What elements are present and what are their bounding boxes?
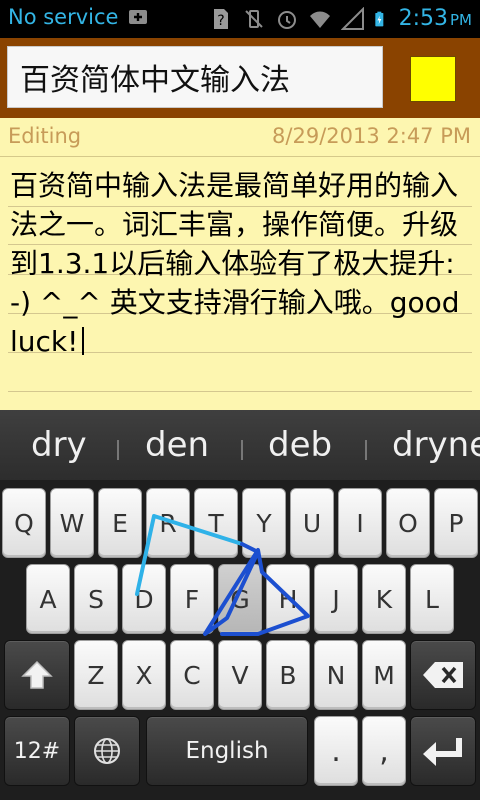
note-color-button[interactable]: [410, 56, 456, 102]
key-u[interactable]: U: [290, 488, 334, 558]
status-right: ? 2:53 PM: [209, 6, 472, 31]
title-bar: 百资简体中文输入法: [0, 38, 480, 118]
key-b[interactable]: B: [266, 640, 310, 710]
key-g[interactable]: G: [218, 564, 262, 634]
backspace-key[interactable]: [410, 640, 476, 710]
key-w[interactable]: W: [50, 488, 94, 558]
wifi-icon: [309, 11, 330, 28]
key-a[interactable]: A: [26, 564, 70, 634]
suggestion-1[interactable]: dry: [31, 425, 87, 465]
battery-charging-icon: [374, 11, 383, 26]
shift-key[interactable]: [4, 640, 70, 710]
key-o[interactable]: O: [386, 488, 430, 558]
note-timestamp: 8/29/2013 2:47 PM: [272, 124, 471, 148]
key-n[interactable]: N: [314, 640, 358, 710]
key-q[interactable]: Q: [2, 488, 46, 558]
clock: 2:53 PM: [399, 6, 472, 31]
clock-ampm: PM: [450, 11, 472, 29]
key-d[interactable]: D: [122, 564, 166, 634]
key-c[interactable]: C: [170, 640, 214, 710]
key-x[interactable]: X: [122, 640, 166, 710]
sim-unknown-icon: ?: [213, 8, 228, 29]
key-r[interactable]: R: [146, 488, 190, 558]
key-m[interactable]: M: [362, 640, 406, 710]
globe-icon: [94, 738, 120, 764]
key-e[interactable]: E: [98, 488, 142, 558]
key-t[interactable]: T: [194, 488, 238, 558]
suggestion-bar: dry den deb dryne: [0, 410, 480, 480]
mode-switch-key[interactable]: 12#: [4, 716, 70, 786]
key-z[interactable]: Z: [74, 640, 118, 710]
key-k[interactable]: K: [362, 564, 406, 634]
language-globe-key[interactable]: [74, 716, 140, 786]
suggestion-2[interactable]: den: [145, 425, 209, 465]
key-s[interactable]: S: [74, 564, 118, 634]
note-text[interactable]: 百资简中输入法是最简单好用的输入法之一。词汇丰富，操作简便。升级到1.3.1以后…: [10, 166, 472, 361]
status-left: No service: [8, 5, 150, 29]
signal-icon: [340, 6, 364, 30]
vibrate-icon: [244, 9, 263, 28]
enter-icon: [423, 738, 462, 766]
suggestion-divider: [365, 440, 367, 460]
key-y[interactable]: Y: [242, 488, 286, 558]
period-key[interactable]: .: [314, 716, 358, 786]
shift-icon: [21, 660, 53, 689]
alarm-icon: [277, 10, 296, 29]
space-language-key[interactable]: English: [146, 716, 308, 786]
note-title-field[interactable]: 百资简体中文输入法: [7, 46, 383, 108]
suggestion-4[interactable]: dryne: [392, 425, 480, 465]
key-p[interactable]: P: [434, 488, 478, 558]
key-f[interactable]: F: [170, 564, 214, 634]
suggestion-divider: [241, 440, 243, 460]
keyboard: Q W E R T Y U I O P A S D F G H J K L Z …: [0, 480, 480, 800]
note-body[interactable]: 百资简中输入法是最简单好用的输入法之一。词汇丰富，操作简便。升级到1.3.1以后…: [0, 156, 480, 410]
keyboard-notification-icon: [129, 10, 148, 24]
text-cursor: [82, 327, 85, 355]
status-bar: No service ? 2:53 PM: [0, 0, 480, 38]
note-title-text: 百资简体中文输入法: [20, 63, 290, 98]
suggestion-divider: [117, 440, 119, 460]
note-header: Editing 8/29/2013 2:47 PM: [0, 118, 480, 157]
rule-line: [8, 391, 472, 392]
backspace-icon: [423, 662, 463, 688]
carrier-label: No service: [8, 5, 119, 29]
note-editor: Editing 8/29/2013 2:47 PM 百资简中输入法是最简单好用的…: [0, 118, 480, 410]
suggestion-3[interactable]: deb: [268, 425, 332, 465]
editing-label: Editing: [8, 124, 82, 148]
key-i[interactable]: I: [338, 488, 382, 558]
svg-text:?: ?: [217, 13, 224, 29]
note-body-text: 百资简中输入法是最简单好用的输入法之一。词汇丰富，操作简便。升级到1.3.1以后…: [10, 169, 460, 358]
key-h[interactable]: H: [266, 564, 310, 634]
key-j[interactable]: J: [314, 564, 358, 634]
key-l[interactable]: L: [410, 564, 454, 634]
key-v[interactable]: V: [218, 640, 262, 710]
clock-time: 2:53: [398, 6, 448, 31]
enter-key[interactable]: [410, 716, 476, 786]
comma-key[interactable]: ,: [362, 716, 406, 786]
